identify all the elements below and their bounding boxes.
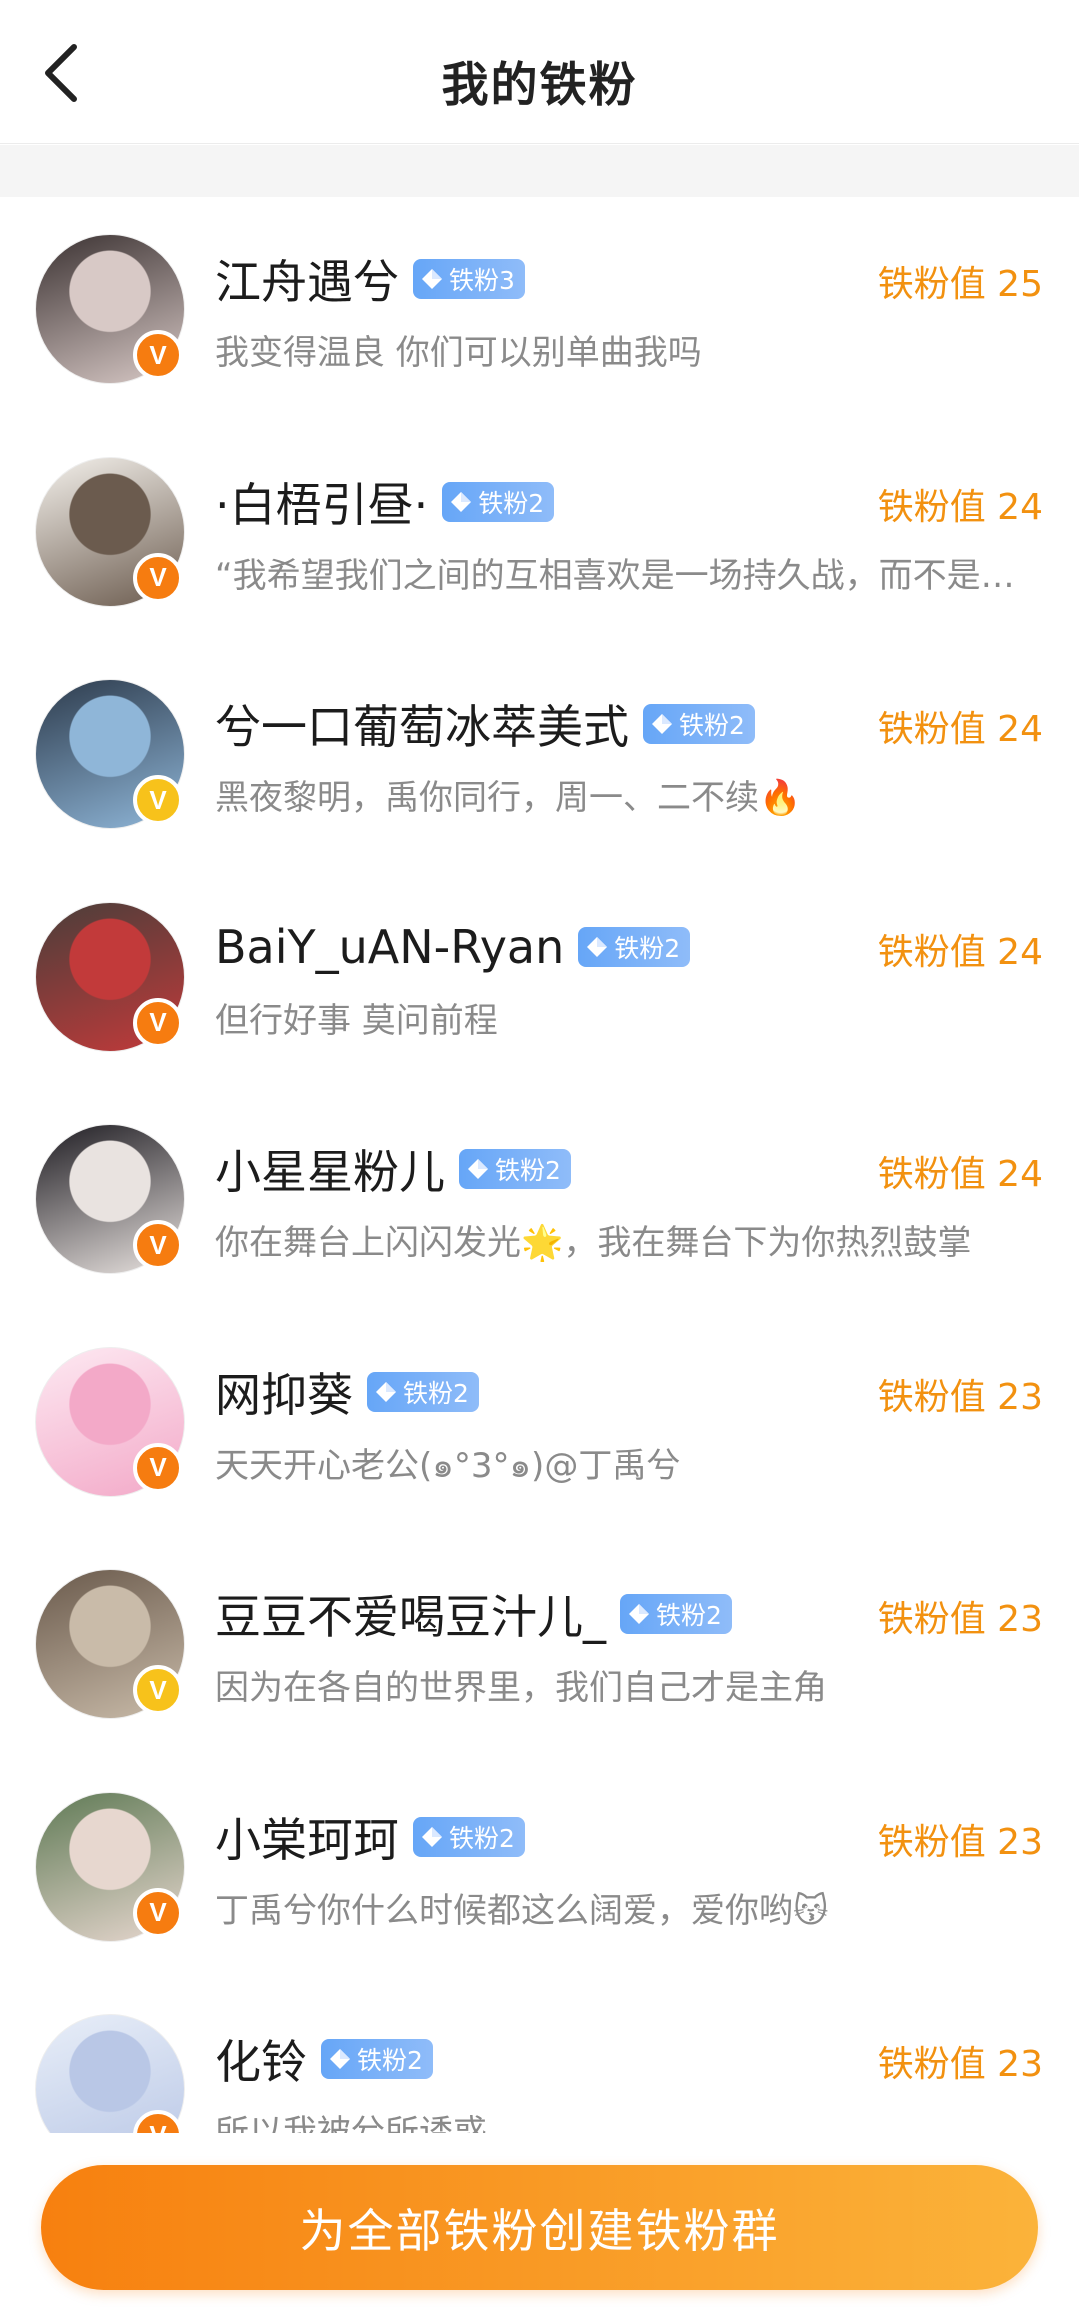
verified-v-icon: V [133,552,183,603]
name-line: 豆豆不爱喝豆汁儿_ 铁粉2 [215,1582,732,1646]
name-line: ·白梧引昼· 铁粉2 [215,469,555,535]
fan-value: 铁粉值 24 [877,709,1043,750]
verified-v-icon: V [133,1887,183,1938]
verified-v-icon: V [133,997,183,1048]
name-line: 兮一口葡萄冰萃美式 铁粉2 [215,692,755,756]
fan-list[interactable]: V 江舟遇兮 铁粉3 铁粉值 25 我变得温良 你们可以别单曲我吗 V ·白梧引… [0,197,1079,2133]
fan-value: 铁粉值 23 [877,1599,1043,1640]
fan-name[interactable]: 小星星粉儿 [215,1136,445,1202]
fan-level-label: 铁粉2 [449,1823,515,1853]
fan-row[interactable]: V 小棠珂珂 铁粉2 铁粉值 23 丁禹兮你什么时候都这么阔爱，爱你哟😽 [0,1755,1079,1978]
fan-name[interactable]: 豆豆不爱喝豆汁儿_ [215,1581,606,1647]
verified-v-icon: V [133,1220,183,1270]
fan-level-label: 铁粉2 [403,1378,469,1408]
fan-row[interactable]: V 小星星粉儿 铁粉2 铁粉值 24 你在舞台上闪闪发光🌟，我在舞台下为你热烈鼓… [0,1087,1079,1310]
fan-value: 铁粉值 25 [877,264,1043,305]
diamond-icon [376,1381,396,1402]
top-bar: 我的铁粉 [0,0,1079,144]
fan-level-label: 铁粉2 [679,711,745,740]
fan-signature: 你在舞台上闪闪发光🌟，我在舞台下为你热烈鼓掌 [215,1223,972,1263]
fan-row[interactable]: V 江舟遇兮 铁粉3 铁粉值 25 我变得温良 你们可以别单曲我吗 [0,197,1079,420]
fan-signature: 因为在各自的世界里，我们自己才是主角 [215,1668,827,1708]
fan-row[interactable]: V 网抑葵 铁粉2 铁粉值 23 天天开心老公(๑°3°๑)@丁禹兮 [0,1310,1079,1533]
fan-name[interactable]: 小棠珂珂 [215,1804,399,1870]
fan-row[interactable]: V ·白梧引昼· 铁粉2 铁粉值 24 “我希望我们之间的互相喜欢是一场持久战，… [0,420,1079,643]
fan-value: 铁粉值 23 [877,1821,1043,1863]
fan-level-label: 铁粉3 [449,266,515,295]
fan-name[interactable]: BaiY_uAN-Ryan [215,920,564,974]
fan-level-label: 铁粉2 [357,2046,423,2075]
fan-name[interactable]: 化铃 [215,2026,307,2092]
fan-value: 铁粉值 23 [877,2044,1043,2085]
fan-signature: 我变得温良 你们可以别单曲我吗 [215,333,702,373]
fan-signature: 黑夜黎明，禹你同行，周一、二不续🔥 [215,778,802,818]
page-title: 我的铁粉 [441,58,638,113]
fan-value: 铁粉值 23 [877,1376,1043,1418]
fan-level-badge: 铁粉2 [367,1371,479,1412]
fan-level-label: 铁粉2 [614,933,681,963]
fan-signature: 所以我被兮所诱惑 [215,2113,487,2133]
diamond-icon [451,491,472,512]
verified-v-icon: V [133,1665,183,1715]
fan-level-label: 铁粉2 [495,1156,561,1185]
fan-value: 铁粉值 24 [877,1154,1043,1195]
name-line: 化铃 铁粉2 [215,2027,433,2091]
fan-level-badge: 铁粉2 [459,1149,571,1189]
diamond-icon [422,1826,442,1847]
diamond-icon [330,2049,350,2069]
name-line: 网抑葵 铁粉2 [215,1360,479,1424]
fan-name[interactable]: ·白梧引昼· [215,469,428,535]
diamond-icon [422,269,442,289]
fan-row[interactable]: V 豆豆不爱喝豆汁儿_ 铁粉2 铁粉值 23 因为在各自的世界里，我们自己才是主… [0,1532,1079,1755]
fan-row[interactable]: V 兮一口葡萄冰萃美式 铁粉2 铁粉值 24 黑夜黎明，禹你同行，周一、二不续🔥 [0,642,1079,865]
fan-row[interactable]: V BaiY_uAN-Ryan 铁粉2 铁粉值 24 但行好事 莫问前程 [0,865,1079,1088]
verified-v-icon: V [133,775,183,825]
fan-value: 铁粉值 24 [877,931,1043,973]
fan-signature: 天天开心老公(๑°3°๑)@丁禹兮 [215,1445,681,1486]
diamond-icon [587,936,608,957]
fan-level-label: 铁粉2 [656,1601,722,1630]
diamond-icon [652,714,672,734]
fan-name[interactable]: 网抑葵 [215,1359,353,1425]
fan-name[interactable]: 兮一口葡萄冰萃美式 [215,691,629,757]
fan-level-badge: 铁粉2 [620,1594,732,1634]
fan-signature: 丁禹兮你什么时候都这么阔爱，爱你哟😽 [215,1890,829,1931]
name-line: 小棠珂珂 铁粉2 [215,1805,525,1869]
fan-name[interactable]: 江舟遇兮 [215,246,399,312]
fan-level-label: 铁粉2 [478,488,545,518]
fan-signature: 但行好事 莫问前程 [215,1000,498,1041]
name-line: 小星星粉儿 铁粉2 [215,1137,571,1201]
fan-level-badge: 铁粉2 [643,704,755,744]
diamond-icon [468,1159,488,1179]
fan-level-badge: 铁粉2 [413,1816,525,1857]
fan-level-badge: 铁粉3 [413,259,525,299]
fan-level-badge: 铁粉2 [321,2039,433,2079]
fan-row[interactable]: V 化铃 铁粉2 铁粉值 23 所以我被兮所诱惑 [0,1977,1079,2133]
name-line: 江舟遇兮 铁粉3 [215,247,525,311]
bottom-bar: 为全部铁粉创建铁粉群 [0,2133,1079,2317]
fan-signature: “我希望我们之间的互相喜欢是一场持久战，而不是短暂的心动” [215,555,1021,596]
name-line: BaiY_uAN-Ryan 铁粉2 [215,915,691,979]
diamond-icon [629,1604,649,1624]
verified-v-icon: V [133,1442,183,1493]
fan-value: 铁粉值 24 [877,486,1043,528]
create-fan-group-button[interactable]: 为全部铁粉创建铁粉群 [41,2165,1038,2290]
section-divider [0,145,1079,197]
fan-level-badge: 铁粉2 [442,481,555,522]
verified-v-icon: V [133,330,183,380]
fan-level-badge: 铁粉2 [578,926,691,967]
